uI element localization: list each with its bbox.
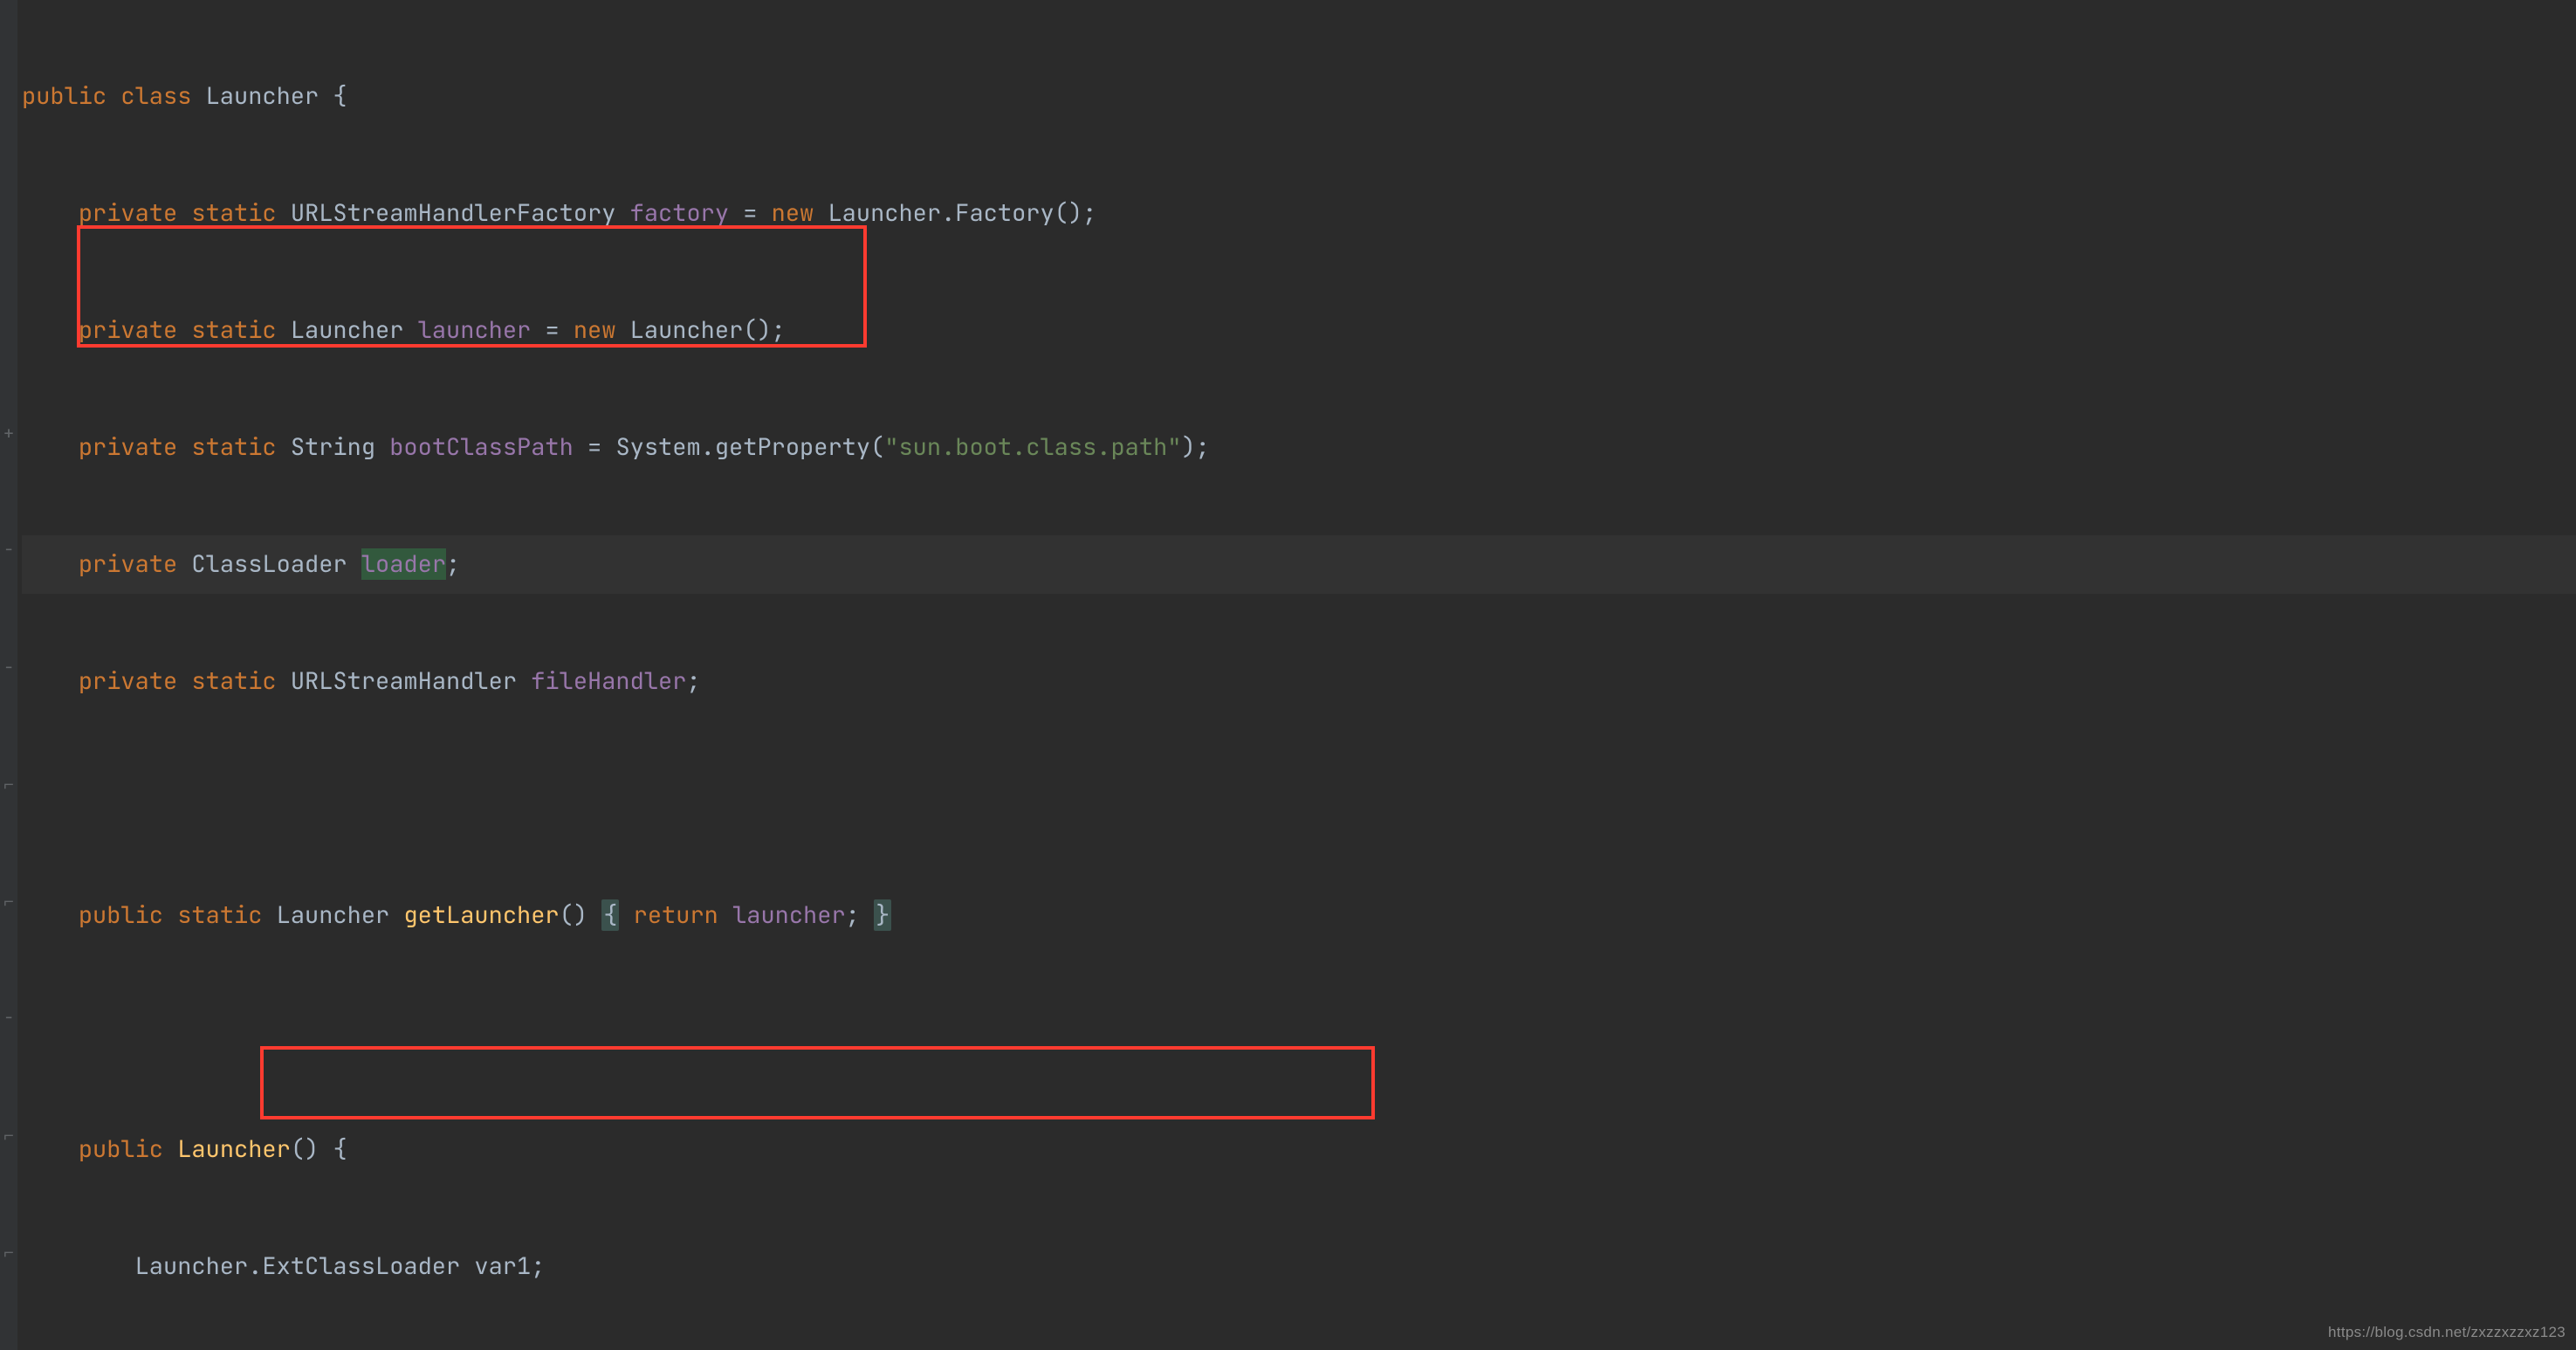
fold-close-icon[interactable]: ⌐ (2, 1245, 16, 1259)
fold-plus-icon[interactable]: + (2, 426, 16, 440)
code-line[interactable]: private static Launcher launcher = new L… (22, 301, 2576, 360)
code-line[interactable]: public static Launcher getLauncher() { r… (22, 886, 2576, 945)
code-line[interactable]: private static String bootClassPath = Sy… (22, 418, 2576, 477)
watermark: https://blog.csdn.net/zxzzxzzxz123 (2328, 1324, 2566, 1341)
fold-close-icon[interactable]: ⌐ (2, 1128, 16, 1142)
code-area[interactable]: public class Launcher { private static U… (22, 9, 2576, 1350)
fold-minus-icon[interactable]: − (2, 1010, 16, 1024)
fold-minus-icon[interactable]: − (2, 542, 16, 556)
code-line[interactable]: private static URLStreamHandler fileHand… (22, 652, 2576, 711)
gutter: + − − ⌐ ⌐ − ⌐ ⌐ (0, 0, 17, 1350)
fold-minus-icon[interactable]: − (2, 660, 16, 674)
code-line[interactable]: private static URLStreamHandlerFactory f… (22, 184, 2576, 243)
code-line-blank[interactable] (22, 769, 2576, 828)
code-editor[interactable]: + − − ⌐ ⌐ − ⌐ ⌐ public class Launcher { … (0, 0, 2576, 1350)
code-line-blank[interactable] (22, 1003, 2576, 1062)
code-line[interactable]: Launcher.ExtClassLoader var1; (22, 1237, 2576, 1296)
fold-close-icon[interactable]: ⌐ (2, 777, 16, 791)
code-line-current[interactable]: private ClassLoader loader; (22, 535, 2576, 594)
code-line[interactable]: public class Launcher { (22, 67, 2576, 126)
code-line[interactable]: public Launcher() { (22, 1120, 2576, 1179)
fold-close-icon[interactable]: ⌐ (2, 894, 16, 908)
